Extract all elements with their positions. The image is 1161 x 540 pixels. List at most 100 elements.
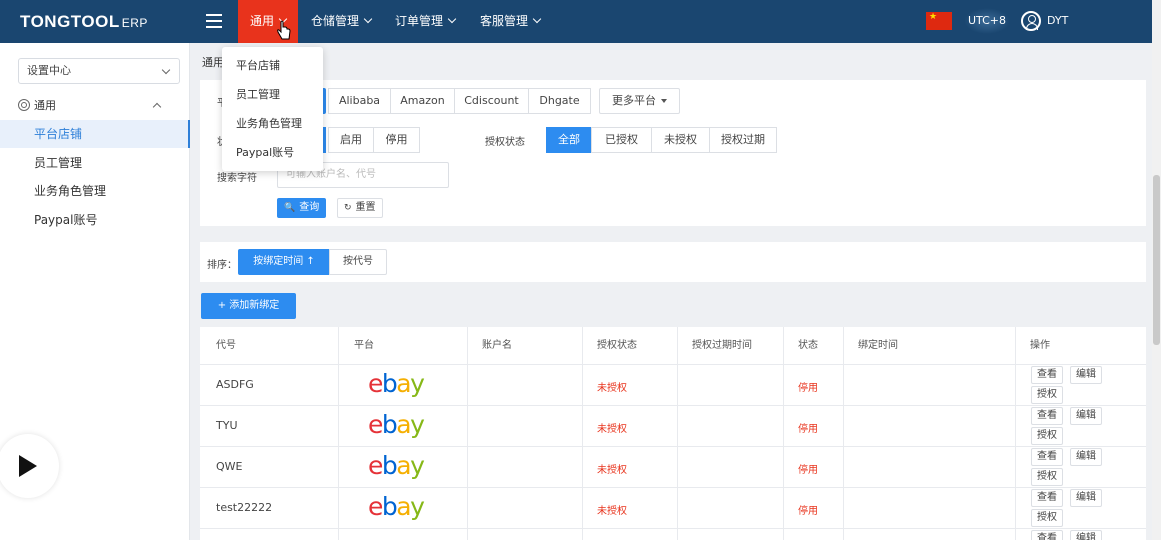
authorize-button[interactable]: 授权 (1031, 509, 1063, 527)
nav-customer-service-label: 客服管理 (480, 14, 529, 28)
nav-warehouse-label: 仓储管理 (311, 14, 360, 28)
store-table: 代号 平台 账户名 授权状态 授权过期时间 状态 绑定时间 操作 ASDFG e… (200, 327, 1146, 540)
view-button[interactable]: 查看 (1031, 530, 1063, 540)
edit-button[interactable]: 编辑 (1070, 530, 1102, 540)
menu-toggle-icon[interactable] (206, 14, 222, 28)
platform-dhgate-button[interactable]: Dhgate (528, 88, 591, 114)
timezone-display[interactable]: UTC+8 (964, 8, 1010, 34)
nav-general-label: 通用 (250, 14, 275, 28)
view-button[interactable]: 查看 (1031, 366, 1063, 384)
play-video-icon[interactable] (0, 434, 59, 498)
chevron-down-icon (532, 14, 542, 24)
refresh-icon: ↻ (344, 203, 352, 213)
auth-authorized-button[interactable]: 已授权 (591, 127, 652, 153)
column-header-auth-expire[interactable]: 授权过期时间 (692, 327, 752, 365)
search-icon: 🔍 (284, 203, 296, 213)
user-avatar-icon[interactable] (1021, 11, 1041, 31)
brand-logo[interactable]: TONGTOOL ERP (20, 12, 148, 32)
column-header-status[interactable]: 状态 (798, 327, 818, 365)
view-button[interactable]: 查看 (1031, 407, 1063, 425)
top-navbar: TONGTOOLERP 通用 仓储管理 订单管理 客服管理 UTC+8 DYT (0, 0, 1152, 43)
brand-name: TONGTOOL (20, 12, 120, 31)
sort-by-code-button[interactable]: 按代号 (329, 249, 387, 275)
china-flag-icon[interactable] (926, 12, 952, 30)
cell-auth-status: 未授权 (597, 506, 627, 517)
cell-code: TYU (216, 419, 238, 432)
column-header-code[interactable]: 代号 (216, 327, 236, 365)
platform-cdiscount-button[interactable]: Cdiscount (454, 88, 529, 114)
arrow-up-icon: ↑ (306, 256, 315, 267)
cell-code: QWE (216, 460, 243, 473)
query-button[interactable]: 🔍 查询 (277, 198, 327, 218)
filter-panel: 平 Alibaba Amazon Cdiscount Dhgate 更多平台 状… (200, 80, 1146, 226)
nav-orders[interactable]: 订单管理 (395, 0, 457, 43)
settings-select[interactable]: 设置中心 (18, 58, 180, 84)
nav-warehouse[interactable]: 仓储管理 (311, 0, 373, 43)
cell-status: 停用 (798, 465, 818, 476)
cell-code: test22222 (216, 501, 273, 514)
nav-orders-label: 订单管理 (395, 14, 444, 28)
authorize-button[interactable]: 授权 (1031, 468, 1063, 486)
auth-expired-button[interactable]: 授权过期 (709, 127, 777, 153)
ebay-logo: ebay (368, 451, 425, 480)
authorize-button[interactable]: 授权 (1031, 427, 1063, 445)
reset-button[interactable]: ↻ 重置 (337, 198, 383, 218)
cell-auth-status: 未授权 (597, 424, 627, 435)
sidebar-item-business-roles[interactable]: 业务角色管理 (0, 177, 190, 205)
column-header-account[interactable]: 账户名 (482, 327, 512, 365)
view-button[interactable]: 查看 (1031, 448, 1063, 466)
ebay-logo: ebay (368, 369, 425, 398)
cell-auth-status: 未授权 (597, 383, 627, 394)
status-enabled-button[interactable]: 启用 (328, 127, 374, 153)
sort-panel: 排序： 按绑定时间 ↑ 按代号 (200, 242, 1146, 282)
platform-amazon-button[interactable]: Amazon (390, 88, 455, 114)
cell-auth-status: 未授权 (597, 465, 627, 476)
authorize-button[interactable]: 授权 (1031, 386, 1063, 404)
settings-select-value: 设置中心 (27, 64, 71, 77)
plus-icon: + (217, 300, 230, 311)
auth-unauthorized-button[interactable]: 未授权 (651, 127, 710, 153)
platform-alibaba-button[interactable]: Alibaba (328, 88, 391, 114)
scrollbar-thumb[interactable] (1153, 175, 1160, 345)
chevron-down-icon (161, 65, 171, 75)
general-dropdown-menu: 平台店铺 员工管理 业务角色管理 Paypal账号 (222, 47, 323, 171)
auth-all-button[interactable]: 全部 (546, 127, 592, 153)
edit-button[interactable]: 编辑 (1070, 448, 1102, 466)
chevron-up-icon (152, 102, 162, 112)
sidebar-item-staff[interactable]: 员工管理 (0, 149, 190, 177)
auth-status-label: 授权状态 (485, 137, 525, 148)
more-platforms-label: 更多平台 (612, 94, 656, 107)
cell-status: 停用 (798, 424, 818, 435)
view-button[interactable]: 查看 (1031, 489, 1063, 507)
dropdown-item-staff[interactable]: 员工管理 (236, 85, 280, 105)
dropdown-item-business-roles[interactable]: 业务角色管理 (236, 114, 302, 134)
chevron-down-icon (363, 14, 373, 24)
column-header-auth-status[interactable]: 授权状态 (597, 327, 637, 365)
dropdown-item-platform-store[interactable]: 平台店铺 (236, 56, 280, 76)
add-binding-label: 添加新绑定 (229, 300, 280, 311)
sidebar-item-platform-store[interactable]: 平台店铺 (0, 120, 190, 148)
gear-icon (18, 99, 30, 111)
sidebar-item-paypal[interactable]: Paypal账号 (0, 206, 190, 234)
edit-button[interactable]: 编辑 (1070, 366, 1102, 384)
column-header-bind-time[interactable]: 绑定时间 (858, 327, 898, 365)
query-button-label: 查询 (299, 202, 320, 213)
ebay-logo: ebay (368, 492, 425, 521)
cell-status: 停用 (798, 383, 818, 394)
edit-button[interactable]: 编辑 (1070, 489, 1102, 507)
sidebar-group-label: 通用 (34, 99, 56, 112)
brand-suffix: ERP (121, 16, 148, 30)
nav-customer-service[interactable]: 客服管理 (480, 0, 542, 43)
status-disabled-button[interactable]: 停用 (373, 127, 420, 153)
more-platforms-dropdown[interactable]: 更多平台 (599, 88, 680, 114)
edit-button[interactable]: 编辑 (1070, 407, 1102, 425)
column-header-platform[interactable]: 平台 (354, 327, 374, 365)
sidebar-group-general[interactable]: 通用 (18, 96, 168, 116)
chevron-down-icon (447, 14, 457, 24)
username[interactable]: DYT (1047, 14, 1068, 27)
sort-by-bind-time-button[interactable]: 按绑定时间 ↑ (238, 249, 330, 275)
add-binding-button[interactable]: + 添加新绑定 (201, 293, 296, 319)
cell-code: ASDFG (216, 378, 254, 391)
sort-by-bind-time-label: 按绑定时间 (253, 256, 304, 267)
dropdown-item-paypal[interactable]: Paypal账号 (236, 143, 294, 163)
